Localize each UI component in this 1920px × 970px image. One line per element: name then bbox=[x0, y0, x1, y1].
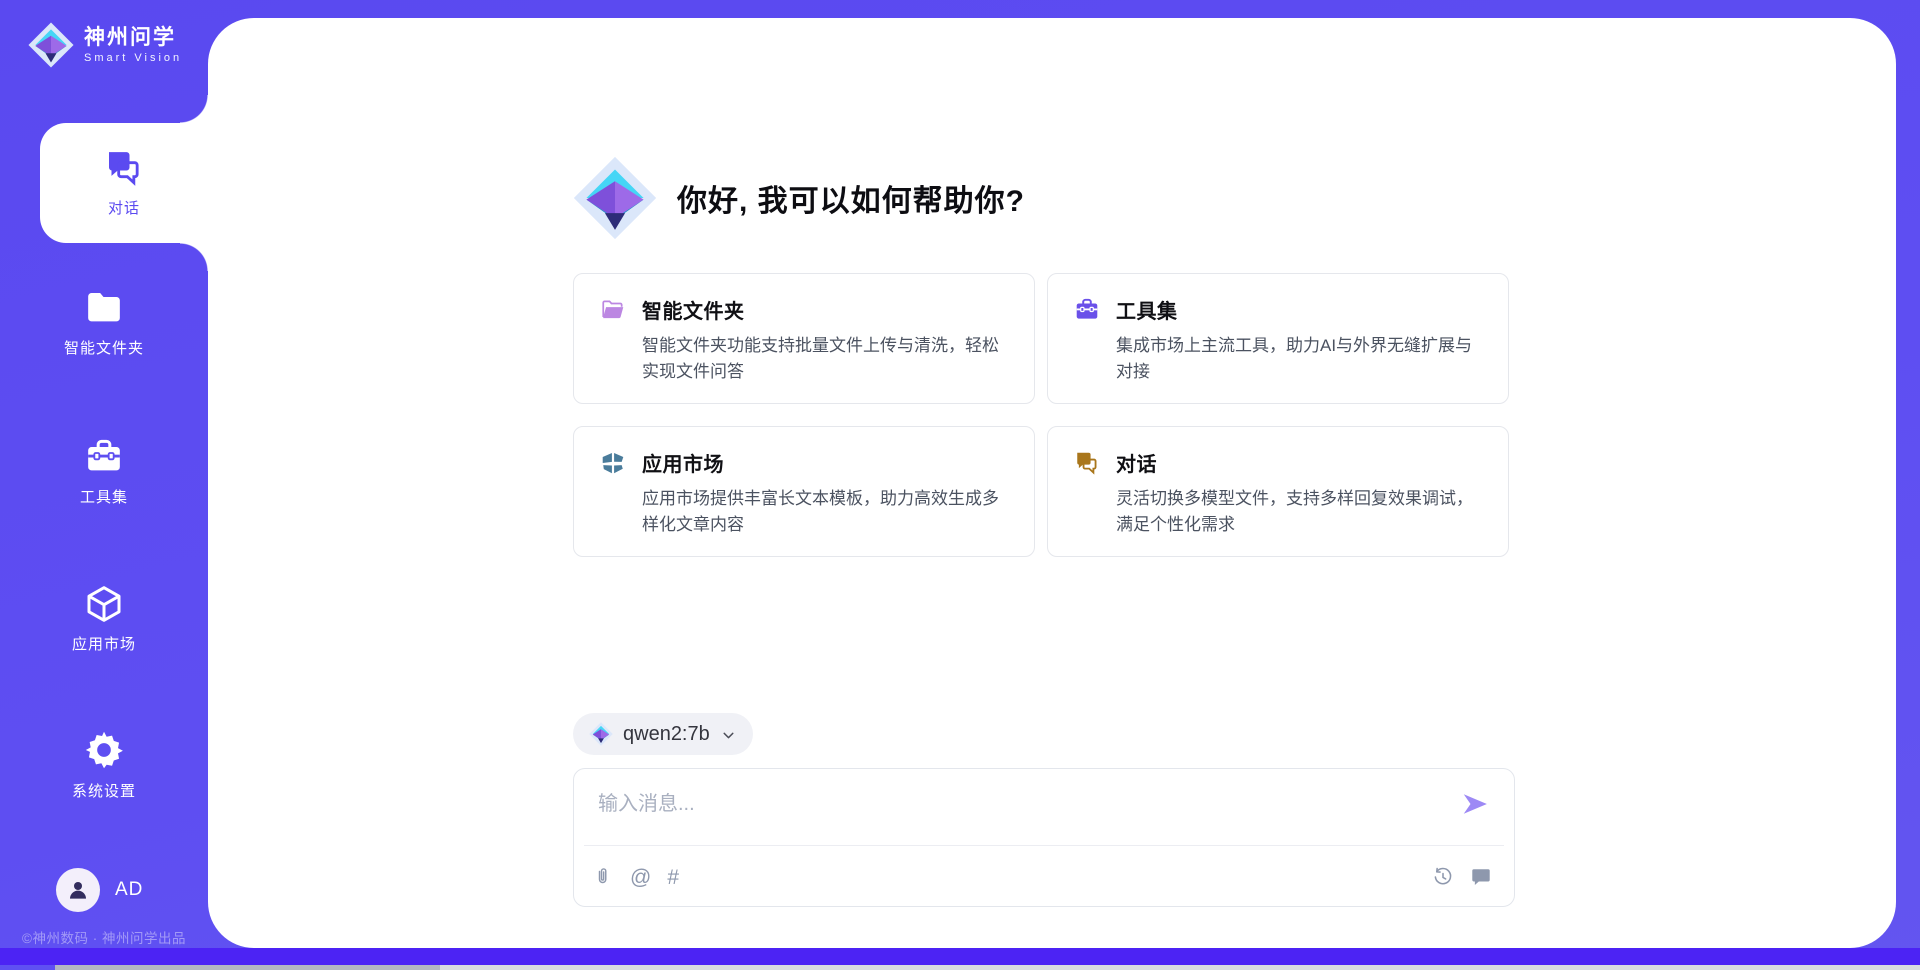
composer-divider bbox=[584, 845, 1504, 846]
sidebar-item-smart-folders[interactable]: 智能文件夹 bbox=[0, 288, 208, 358]
message-composer: @ # bbox=[573, 768, 1515, 907]
card-toolset[interactable]: 工具集 集成市场上主流工具，助力AI与外界无缝扩展与对接 bbox=[1047, 273, 1509, 404]
app-grid-icon bbox=[600, 450, 626, 476]
composer-toolbar: @ # bbox=[592, 857, 1492, 897]
sidebar-item-label: 对话 bbox=[108, 197, 140, 218]
history-icon bbox=[1432, 866, 1454, 888]
chat-bubbles-icon bbox=[104, 148, 144, 188]
message-input[interactable] bbox=[596, 785, 1430, 841]
app-window: 神州问学 Smart Vision 对话 智能文件夹 工具集 bbox=[0, 0, 1920, 970]
folder-icon bbox=[84, 288, 124, 328]
copyright-footer: ©神州数码 · 神州问学出品 bbox=[0, 927, 208, 947]
card-chat[interactable]: 对话 灵活切换多模型文件，支持多样回复效果调试，满足个性化需求 bbox=[1047, 426, 1509, 557]
sidebar-item-label: 智能文件夹 bbox=[64, 337, 144, 358]
sidebar-item-toolset[interactable]: 工具集 bbox=[0, 437, 208, 507]
main-panel: 你好, 我可以如何帮助你? 智能文件夹 智能文件夹功能支持批量文件上传与清洗，轻… bbox=[208, 18, 1896, 948]
card-title: 智能文件夹 bbox=[642, 295, 745, 324]
paperclip-icon bbox=[592, 866, 614, 888]
cube-icon bbox=[84, 584, 124, 624]
assistant-diamond-icon bbox=[573, 156, 657, 240]
at-sign-icon: @ bbox=[630, 867, 651, 888]
frame-bottom-band bbox=[0, 948, 1920, 965]
brand-subtitle: Smart Vision bbox=[84, 52, 182, 64]
folder-open-icon bbox=[600, 297, 626, 323]
logo-diamond-icon bbox=[589, 722, 613, 746]
card-title: 对话 bbox=[1116, 448, 1157, 477]
sidebar-item-label: 系统设置 bbox=[72, 780, 136, 801]
topic-button[interactable]: # bbox=[667, 867, 679, 888]
horizontal-scrollbar[interactable] bbox=[55, 965, 1920, 970]
avatar bbox=[56, 868, 100, 912]
chevron-down-icon bbox=[720, 727, 737, 744]
toolbox-icon bbox=[84, 437, 124, 477]
card-title: 工具集 bbox=[1116, 295, 1178, 324]
card-app-market[interactable]: 应用市场 应用市场提供丰富长文本模板，助力高效生成多样化文章内容 bbox=[573, 426, 1035, 557]
card-description: 集成市场上主流工具，助力AI与外界无缝扩展与对接 bbox=[1116, 333, 1482, 384]
hash-icon: # bbox=[667, 867, 679, 888]
send-button[interactable] bbox=[1460, 789, 1490, 819]
sidebar-item-label: 应用市场 bbox=[72, 633, 136, 654]
user-profile[interactable]: AD bbox=[56, 868, 143, 912]
card-title: 应用市场 bbox=[642, 448, 724, 477]
feature-cards: 智能文件夹 智能文件夹功能支持批量文件上传与清洗，轻松实现文件问答 工具集 集成… bbox=[573, 273, 1509, 557]
brand-diamond-icon bbox=[28, 22, 74, 68]
model-selector[interactable]: qwen2:7b bbox=[573, 713, 753, 755]
sidebar-item-label: 工具集 bbox=[80, 486, 128, 507]
card-smart-folders[interactable]: 智能文件夹 智能文件夹功能支持批量文件上传与清洗，轻松实现文件问答 bbox=[573, 273, 1035, 404]
mention-button[interactable]: @ bbox=[630, 867, 651, 888]
send-arrow-icon bbox=[1460, 789, 1490, 819]
sidebar: 神州问学 Smart Vision 对话 智能文件夹 工具集 bbox=[0, 0, 208, 970]
brand-title: 神州问学 bbox=[84, 26, 182, 49]
new-chat-button[interactable] bbox=[1470, 866, 1492, 888]
sidebar-item-app-market[interactable]: 应用市场 bbox=[0, 584, 208, 654]
user-name: AD bbox=[115, 879, 143, 901]
model-name: qwen2:7b bbox=[623, 723, 710, 746]
chat-square-icon bbox=[1470, 866, 1492, 888]
gear-icon bbox=[83, 729, 125, 771]
attach-file-button[interactable] bbox=[592, 866, 614, 888]
card-description: 应用市场提供丰富长文本模板，助力高效生成多样化文章内容 bbox=[642, 486, 1008, 537]
card-description: 智能文件夹功能支持批量文件上传与清洗，轻松实现文件问答 bbox=[642, 333, 1008, 384]
scrollbar-thumb[interactable] bbox=[55, 965, 440, 970]
greeting-block: 你好, 我可以如何帮助你? bbox=[573, 156, 1025, 240]
history-button[interactable] bbox=[1432, 866, 1454, 888]
card-description: 灵活切换多模型文件，支持多样回复效果调试，满足个性化需求 bbox=[1116, 486, 1482, 537]
chat-bubbles-icon bbox=[1074, 450, 1100, 476]
toolbox-icon bbox=[1074, 297, 1100, 323]
sidebar-item-settings[interactable]: 系统设置 bbox=[0, 729, 208, 801]
sidebar-item-chat[interactable]: 对话 bbox=[40, 123, 208, 243]
greeting-title: 你好, 我可以如何帮助你? bbox=[677, 176, 1025, 220]
brand-logo: 神州问学 Smart Vision bbox=[28, 22, 182, 68]
